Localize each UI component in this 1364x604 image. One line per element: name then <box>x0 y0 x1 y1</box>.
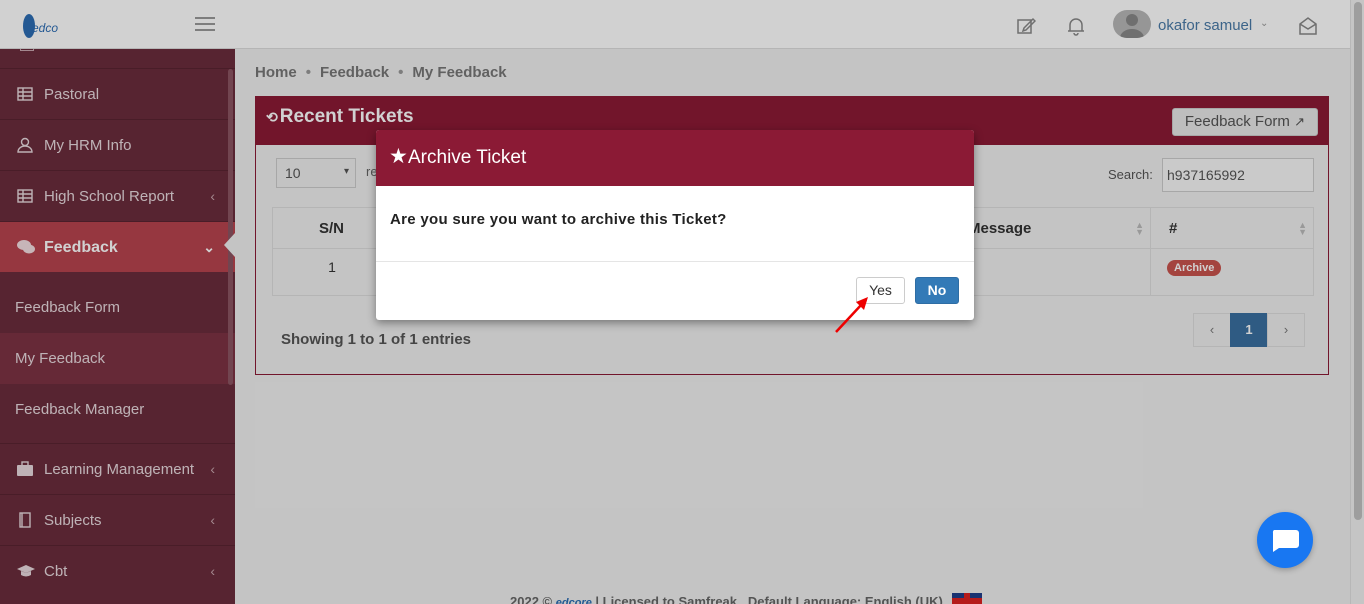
archive-ticket-dialog: ★ Archive Ticket Are you sure you want t… <box>376 130 974 320</box>
modal-header: ★ Archive Ticket <box>376 130 974 186</box>
star-icon: ★ <box>389 145 408 168</box>
modal-title: Archive Ticket <box>408 147 527 168</box>
modal-divider <box>376 261 974 262</box>
chat-button[interactable] <box>1257 512 1313 568</box>
modal-message: Are you sure you want to archive this Ti… <box>390 211 727 228</box>
annotation-arrow-icon <box>835 297 868 333</box>
chat-bubble-icon <box>1272 530 1299 552</box>
no-button[interactable]: No <box>915 277 959 304</box>
